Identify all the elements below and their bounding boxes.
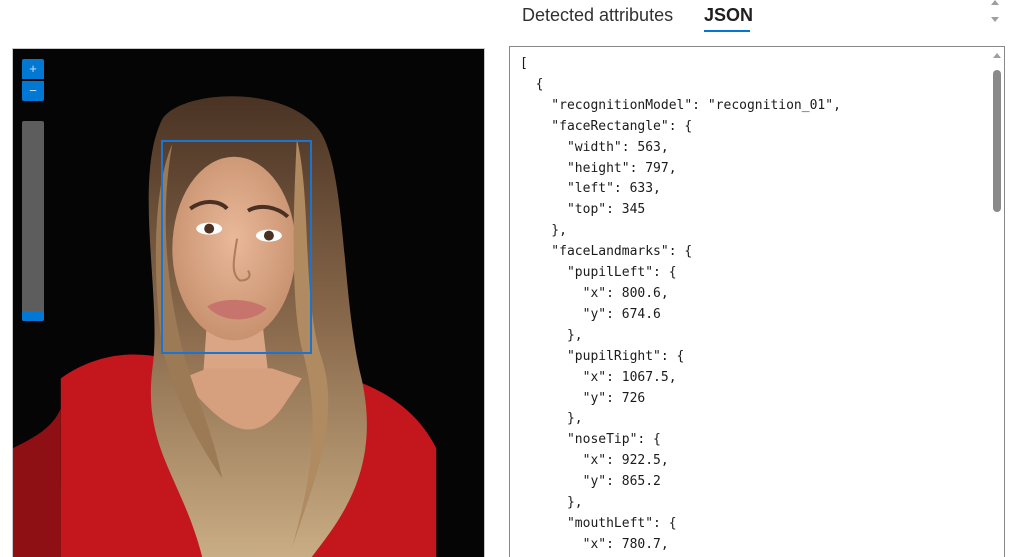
- page-scroll-down-icon[interactable]: [991, 17, 999, 22]
- scrollbar-thumb[interactable]: [993, 70, 1001, 212]
- zoom-slider[interactable]: [22, 121, 44, 321]
- tab-json[interactable]: JSON: [704, 0, 753, 28]
- zoom-out-button[interactable]: −: [22, 81, 44, 101]
- zoom-in-button[interactable]: +: [22, 59, 44, 79]
- active-tab-indicator: [704, 30, 750, 32]
- json-output-panel[interactable]: [ { "recognitionModel": "recognition_01"…: [509, 46, 1005, 557]
- scroll-up-icon[interactable]: [993, 53, 1001, 58]
- face-rectangle: [161, 140, 312, 354]
- json-output-text: [ { "recognitionModel": "recognition_01"…: [520, 56, 841, 552]
- zoom-slider-fill: [22, 311, 44, 321]
- page-scroll-up-icon[interactable]: [991, 0, 999, 5]
- json-scrollbar[interactable]: [990, 47, 1004, 557]
- image-viewer: + −: [12, 48, 485, 557]
- tab-detected-attributes[interactable]: Detected attributes: [522, 0, 692, 28]
